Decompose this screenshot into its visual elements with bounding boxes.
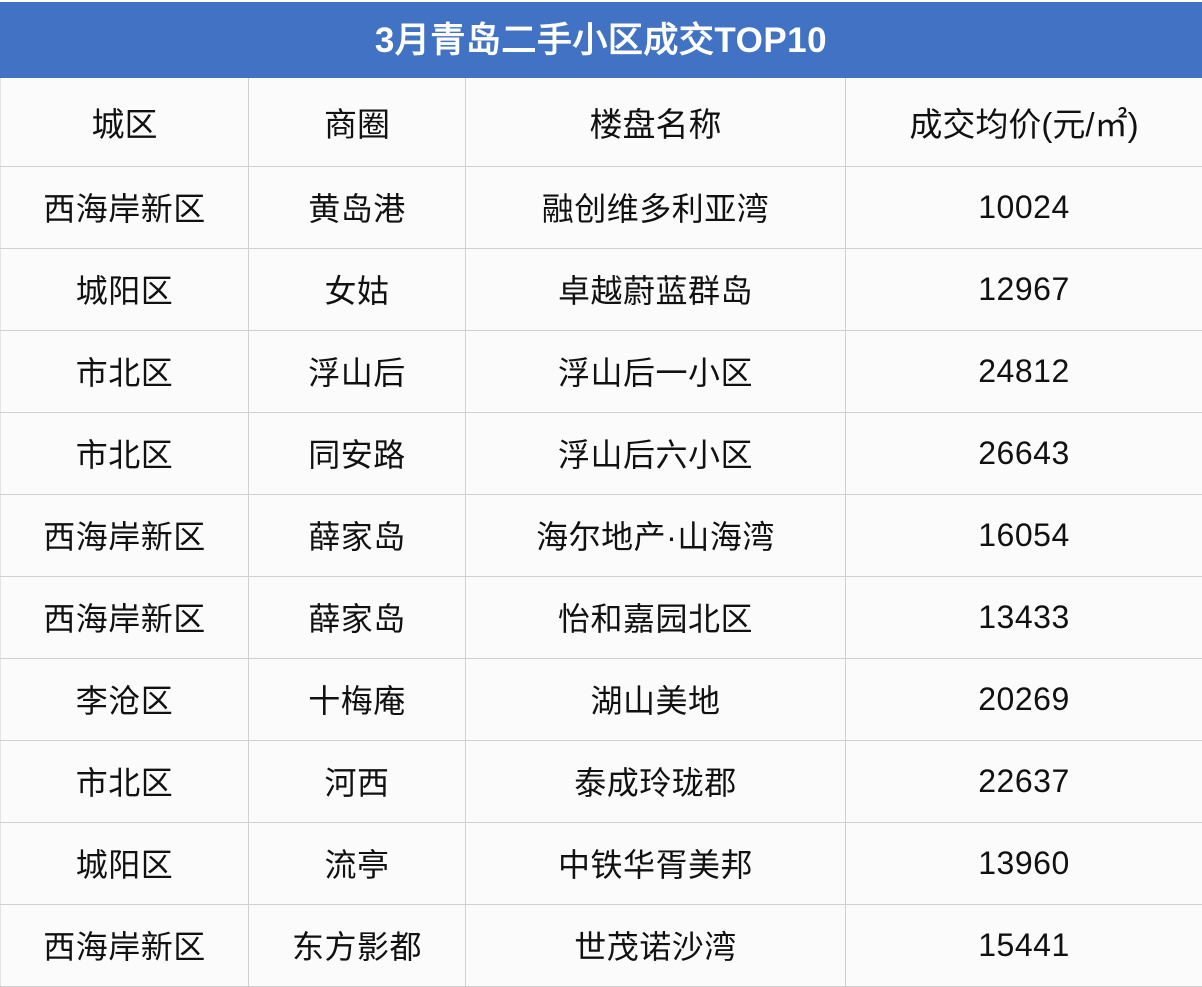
cell-district: 西海岸新区 bbox=[1, 494, 249, 576]
column-header-price: 成交均价(元/㎡) bbox=[846, 78, 1202, 166]
cell-estate: 湖山美地 bbox=[466, 658, 846, 740]
table-row: 李沧区 十梅庵 湖山美地 20269 bbox=[1, 658, 1202, 740]
table-row: 城阳区 流亭 中铁华胥美邦 13960 bbox=[1, 822, 1202, 904]
table-row: 西海岸新区 薛家岛 海尔地产·山海湾 16054 bbox=[1, 494, 1202, 576]
page-title: 3月青岛二手小区成交TOP10 bbox=[375, 23, 827, 58]
cell-area: 同安路 bbox=[249, 412, 466, 494]
cell-estate: 海尔地产·山海湾 bbox=[466, 494, 846, 576]
table-row: 西海岸新区 黄岛港 融创维多利亚湾 10024 bbox=[1, 166, 1202, 248]
cell-area: 流亭 bbox=[249, 822, 466, 904]
cell-price: 13433 bbox=[846, 576, 1202, 658]
cell-price: 13960 bbox=[846, 822, 1202, 904]
table-row: 市北区 同安路 浮山后六小区 26643 bbox=[1, 412, 1202, 494]
cell-price: 26643 bbox=[846, 412, 1202, 494]
cell-estate: 中铁华胥美邦 bbox=[466, 822, 846, 904]
column-header-estate: 楼盘名称 bbox=[466, 78, 846, 166]
column-header-district: 城区 bbox=[1, 78, 249, 166]
cell-area: 薛家岛 bbox=[249, 494, 466, 576]
table-row: 市北区 河西 泰成玲珑郡 22637 bbox=[1, 740, 1202, 822]
cell-district: 李沧区 bbox=[1, 658, 249, 740]
table-row: 市北区 浮山后 浮山后一小区 24812 bbox=[1, 330, 1202, 412]
cell-area: 薛家岛 bbox=[249, 576, 466, 658]
ranking-table: 城区 商圈 楼盘名称 成交均价(元/㎡) 西海岸新区 黄岛港 融创维多利亚湾 1… bbox=[0, 78, 1202, 987]
cell-price: 24812 bbox=[846, 330, 1202, 412]
cell-price: 16054 bbox=[846, 494, 1202, 576]
title-banner: 3月青岛二手小区成交TOP10 bbox=[0, 2, 1202, 78]
cell-price: 22637 bbox=[846, 740, 1202, 822]
table-row: 城阳区 女姑 卓越蔚蓝群岛 12967 bbox=[1, 248, 1202, 330]
cell-area: 黄岛港 bbox=[249, 166, 466, 248]
cell-price: 10024 bbox=[846, 166, 1202, 248]
cell-district: 城阳区 bbox=[1, 822, 249, 904]
table-header-row: 城区 商圈 楼盘名称 成交均价(元/㎡) bbox=[1, 78, 1202, 166]
cell-estate: 卓越蔚蓝群岛 bbox=[466, 248, 846, 330]
cell-price: 15441 bbox=[846, 904, 1202, 986]
cell-area: 东方影都 bbox=[249, 904, 466, 986]
cell-area: 十梅庵 bbox=[249, 658, 466, 740]
cell-price: 20269 bbox=[846, 658, 1202, 740]
cell-estate: 浮山后六小区 bbox=[466, 412, 846, 494]
cell-area: 浮山后 bbox=[249, 330, 466, 412]
ranking-table-page: 3月青岛二手小区成交TOP10 城区 商圈 楼盘名称 成交均价(元/㎡) 西海岸… bbox=[0, 0, 1202, 986]
cell-price: 12967 bbox=[846, 248, 1202, 330]
cell-estate: 泰成玲珑郡 bbox=[466, 740, 846, 822]
cell-estate: 融创维多利亚湾 bbox=[466, 166, 846, 248]
cell-district: 市北区 bbox=[1, 330, 249, 412]
table-row: 西海岸新区 薛家岛 怡和嘉园北区 13433 bbox=[1, 576, 1202, 658]
column-header-area: 商圈 bbox=[249, 78, 466, 166]
cell-estate: 怡和嘉园北区 bbox=[466, 576, 846, 658]
cell-district: 市北区 bbox=[1, 412, 249, 494]
table-row: 西海岸新区 东方影都 世茂诺沙湾 15441 bbox=[1, 904, 1202, 986]
cell-district: 西海岸新区 bbox=[1, 166, 249, 248]
cell-district: 西海岸新区 bbox=[1, 576, 249, 658]
cell-district: 城阳区 bbox=[1, 248, 249, 330]
cell-district: 市北区 bbox=[1, 740, 249, 822]
cell-district: 西海岸新区 bbox=[1, 904, 249, 986]
cell-area: 河西 bbox=[249, 740, 466, 822]
cell-estate: 世茂诺沙湾 bbox=[466, 904, 846, 986]
cell-area: 女姑 bbox=[249, 248, 466, 330]
cell-estate: 浮山后一小区 bbox=[466, 330, 846, 412]
